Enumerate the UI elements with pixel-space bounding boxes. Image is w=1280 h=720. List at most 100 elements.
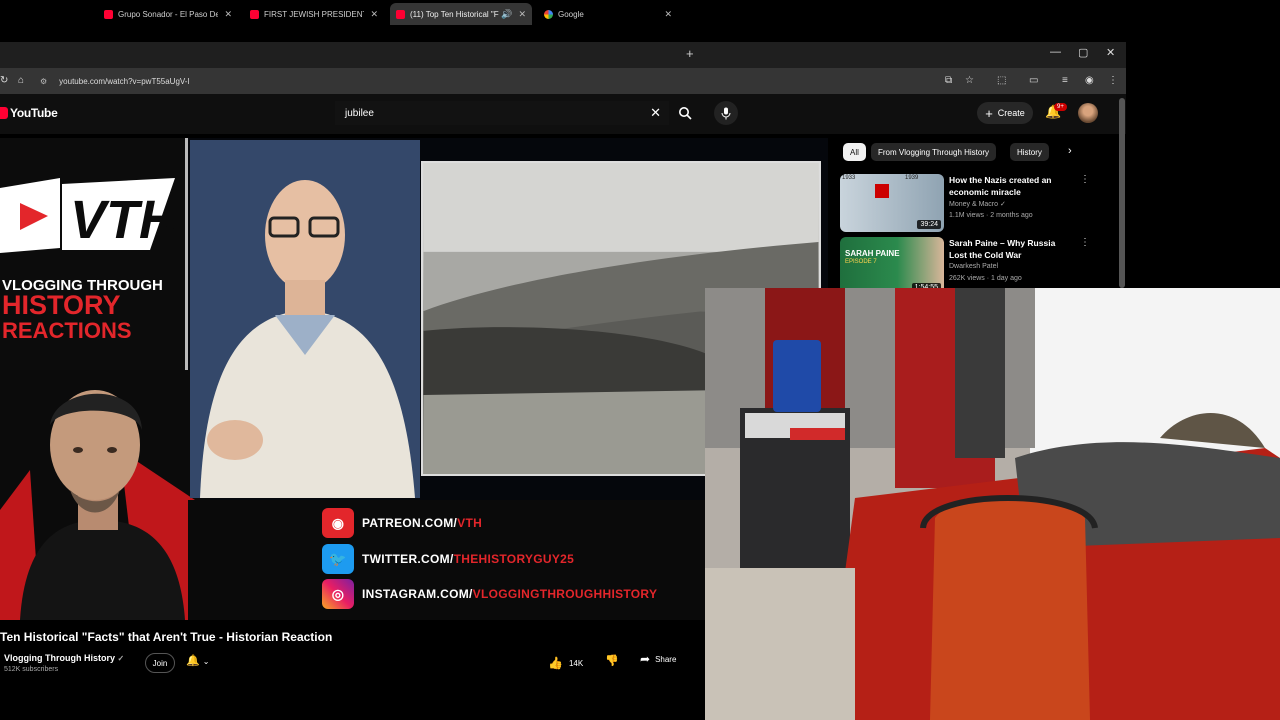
search-button[interactable]: [672, 101, 698, 125]
close-window-icon[interactable]: ✕: [1106, 46, 1115, 59]
recommendation-item[interactable]: 1933 1939 39:24 How the Nazis created an…: [840, 174, 1090, 234]
bell-icon: 🔔: [186, 655, 200, 667]
youtube-logo-text: YouTube: [10, 106, 58, 120]
share-label: Share: [655, 654, 677, 664]
maximize-icon[interactable]: ▢: [1078, 46, 1088, 59]
video-thumbnail[interactable]: 1933 1939 39:24: [840, 174, 944, 232]
dislike-button[interactable]: 👎: [605, 654, 619, 667]
thumb-label: 1933: [842, 175, 856, 181]
chevron-right-icon[interactable]: ›: [1068, 145, 1072, 157]
recommendation-channel[interactable]: Dwarkesh Patel: [949, 263, 998, 270]
search-input[interactable]: jubilee ✕: [335, 101, 669, 125]
chip-history[interactable]: History: [1010, 143, 1049, 161]
bookmark-star-icon[interactable]: ☆: [965, 75, 974, 86]
chip-all[interactable]: All: [843, 143, 866, 161]
channel-name[interactable]: Vlogging Through History ✓: [4, 653, 124, 663]
recommendation-channel-text: Money & Macro: [949, 201, 999, 208]
recommendation-meta: 1.1M views · 2 months ago: [949, 212, 1033, 219]
reload-icon[interactable]: ↻: [0, 75, 8, 86]
join-button[interactable]: Join: [145, 653, 175, 673]
recommendation-meta: 262K views · 1 day ago: [949, 275, 1022, 282]
new-tab-button[interactable]: +: [686, 46, 694, 61]
media-control-icon[interactable]: ≡: [1062, 75, 1068, 86]
thumb-label: EPISODE 7: [845, 259, 877, 265]
instagram-icon: ◎: [322, 579, 354, 609]
more-options-icon[interactable]: ⋮: [1080, 237, 1090, 248]
video-duration: 39:24: [917, 220, 941, 229]
youtube-logo[interactable]: YouTube: [0, 106, 58, 120]
youtube-favicon-icon: [250, 9, 259, 19]
voice-search-button[interactable]: [714, 101, 738, 125]
subscription-bell-dropdown[interactable]: 🔔 ⌄: [186, 654, 209, 667]
home-icon[interactable]: ⌂: [18, 75, 24, 86]
more-options-icon[interactable]: ⋮: [1080, 174, 1090, 185]
minimize-icon[interactable]: —: [1050, 46, 1061, 58]
profile-icon[interactable]: ◉: [1085, 75, 1094, 86]
thumbs-up-icon: 👍: [548, 656, 563, 670]
twitter-icon: 🐦: [322, 544, 354, 574]
browser-tab-4[interactable]: Google ✕: [538, 3, 678, 25]
recommendation-channel[interactable]: Money & Macro ✓: [949, 200, 1006, 208]
vth-logo: VTH: [0, 178, 175, 253]
site-info-icon[interactable]: ⚙: [40, 77, 47, 86]
notification-badge: 9+: [1054, 103, 1067, 111]
close-tab-icon[interactable]: ✕: [224, 9, 232, 20]
social-link-patreon: ◉ PATREON.COM/VTH: [322, 508, 482, 538]
extensions-icon[interactable]: ⬚: [997, 75, 1006, 86]
search-icon: [679, 107, 692, 120]
social-link-instagram: ◎ INSTAGRAM.COM/VLOGGINGTHROUGHHISTORY: [322, 579, 657, 609]
browser-tab-2[interactable]: FIRST JEWISH PRESIDENT: Adv ✕: [244, 3, 384, 25]
thumb-label: 1939: [905, 175, 919, 181]
clear-search-icon[interactable]: ✕: [650, 105, 661, 121]
create-button[interactable]: + Create: [977, 102, 1033, 124]
install-icon[interactable]: ⧉: [945, 75, 952, 86]
youtube-favicon-icon: [104, 9, 113, 19]
verified-icon: ✓: [117, 654, 125, 663]
close-tab-icon[interactable]: ✕: [370, 9, 378, 20]
social-handle: VLOGGINGTHROUGHHISTORY: [472, 587, 658, 601]
flag-graphic: [875, 184, 889, 198]
close-tab-icon[interactable]: ✕: [664, 9, 672, 20]
speaker-icon[interactable]: 🔊: [501, 9, 512, 20]
presenter-video: [190, 140, 420, 498]
social-prefix: INSTAGRAM.COM/: [362, 587, 473, 601]
youtube-favicon-icon: [396, 9, 405, 19]
chip-from-channel[interactable]: From Vlogging Through History: [871, 143, 997, 161]
search-value: jubilee: [345, 107, 374, 119]
browser-tab-1[interactable]: Grupo Sonador - El Paso Del G ✕: [98, 3, 238, 25]
channel-name-text: Vlogging Through History: [4, 653, 115, 663]
subscriber-count: 512K subscribers: [4, 666, 59, 673]
browser-tab-strip: [0, 42, 1126, 68]
thumb-label: SARAH PAINE: [845, 249, 900, 258]
page-scrollbar[interactable]: [1119, 98, 1125, 288]
video-title: Ten Historical "Facts" that Aren't True …: [0, 630, 333, 644]
youtube-logo-icon: [0, 107, 8, 119]
browser-menu-icon[interactable]: ⋮: [1108, 75, 1118, 86]
webcam-overlay: [705, 288, 1280, 720]
social-link-twitter: 🐦 TWITTER.COM/THEHISTORYGUY25: [322, 544, 574, 574]
tab-title: FIRST JEWISH PRESIDENT: Adv: [264, 9, 365, 19]
browser-tab-active[interactable]: (11) Top Ten Historical "Fac 🔊 ✕: [390, 3, 532, 25]
verified-icon: ✓: [999, 201, 1006, 208]
recommendation-title[interactable]: Sarah Paine – Why Russia Lost the Cold W…: [949, 237, 1074, 261]
like-button[interactable]: 👍 14K: [548, 652, 598, 674]
recommendation-title[interactable]: How the Nazis created an economic miracl…: [949, 174, 1074, 198]
social-handle: VTH: [457, 516, 483, 530]
brand-line-2: HISTORY: [2, 290, 121, 320]
side-panel-icon[interactable]: ▭: [1029, 75, 1038, 86]
social-prefix: PATREON.COM/: [362, 516, 458, 530]
avatar[interactable]: [1078, 103, 1098, 123]
url-text: youtube.com/watch?v=pwT55aUgV-I: [59, 76, 190, 86]
brand-line-3: REACTIONS: [2, 318, 132, 343]
video-thumbnail[interactable]: SARAH PAINE EPISODE 7 1:54:55: [840, 237, 944, 295]
svg-text:VTH: VTH: [70, 190, 175, 250]
share-button[interactable]: ➦ Share: [640, 652, 676, 666]
patreon-icon: ◉: [322, 508, 354, 538]
tab-title: Grupo Sonador - El Paso Del G: [118, 9, 219, 19]
close-tab-icon[interactable]: ✕: [518, 9, 526, 20]
chevron-down-icon: ⌄: [202, 657, 210, 666]
address-bar[interactable]: ⚙ youtube.com/watch?v=pwT55aUgV-I: [40, 72, 940, 90]
tab-title: (11) Top Ten Historical "Fac: [410, 9, 500, 19]
social-handle: THEHISTORYGUY25: [453, 552, 575, 566]
google-favicon-icon: [544, 9, 553, 19]
